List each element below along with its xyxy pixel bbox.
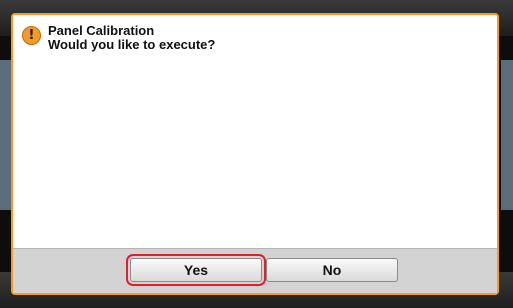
warning-icon: ! [22,26,41,45]
dialog-message-area: ! Panel Calibration Would you like to ex… [22,24,215,52]
warning-icon-glyph: ! [28,28,35,43]
dialog-text: Panel Calibration Would you like to exec… [48,24,215,52]
yes-button[interactable]: Yes [126,254,266,286]
dialog-title: Panel Calibration [48,23,155,38]
right-background-panel [501,60,513,210]
confirmation-dialog: ! Panel Calibration Would you like to ex… [11,13,499,295]
no-button[interactable]: No [266,258,398,282]
dialog-button-bar: Yes No [13,248,497,293]
dialog-message: Would you like to execute? [48,37,216,52]
